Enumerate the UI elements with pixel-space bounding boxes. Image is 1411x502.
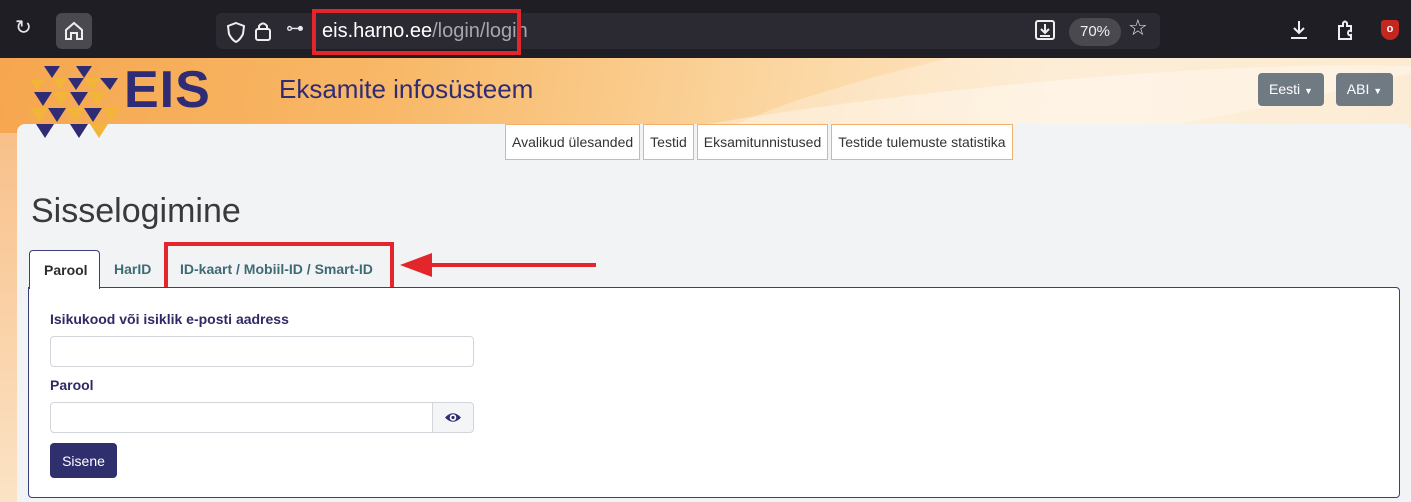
nav-item-exam-certificates[interactable]: Eksamitunnistused xyxy=(696,124,829,160)
eis-logo-icon[interactable] xyxy=(30,62,122,154)
id-field-label: Isikukood või isiklik e-posti aadress xyxy=(50,311,289,327)
home-button[interactable] xyxy=(56,13,92,49)
show-password-button[interactable] xyxy=(432,402,474,433)
nav-item-tests[interactable]: Testid xyxy=(643,124,694,160)
lock-icon[interactable] xyxy=(254,20,272,42)
zoom-level-badge[interactable]: 70% xyxy=(1069,18,1121,46)
language-button-label: Eesti xyxy=(1269,81,1301,97)
nav-item-public-tasks[interactable]: Avalikud ülesanded xyxy=(505,124,641,160)
main-navigation: Avalikud ülesanded Testid Eksamitunnistu… xyxy=(505,124,1013,160)
help-dropdown-button[interactable]: ABI ▼ xyxy=(1336,73,1393,106)
ublock-icon[interactable]: o xyxy=(1381,20,1399,40)
bookmark-star-icon[interactable]: ☆ xyxy=(1128,17,1148,39)
permissions-icon[interactable]: ⊶ xyxy=(286,19,304,37)
password-input[interactable] xyxy=(50,402,433,433)
url-annotation-box xyxy=(312,9,521,55)
reload-icon[interactable]: ↻ xyxy=(15,18,32,38)
nav-item-test-statistics[interactable]: Testide tulemuste statistika xyxy=(831,124,1013,160)
site-title: Eksamite infosüsteem xyxy=(279,74,534,104)
password-field-label: Parool xyxy=(50,377,94,393)
help-button-label: ABI xyxy=(1346,81,1370,97)
annotation-arrow xyxy=(430,263,596,267)
downloads-icon[interactable] xyxy=(1288,18,1310,42)
tab-annotation-box xyxy=(164,242,394,292)
id-or-email-input[interactable] xyxy=(50,336,474,367)
submit-button[interactable]: Sisene xyxy=(50,443,117,478)
caret-down-icon: ▼ xyxy=(1304,86,1313,96)
language-dropdown-button[interactable]: Eesti ▼ xyxy=(1258,73,1324,106)
browser-toolbar: ↻ ⊶ eis.harno.ee/login/login 70% ☆ o xyxy=(0,0,1411,58)
extensions-icon[interactable] xyxy=(1334,18,1356,42)
save-page-icon[interactable] xyxy=(1034,19,1056,41)
tab-harid[interactable]: HarID xyxy=(100,250,165,288)
eye-icon xyxy=(445,413,461,422)
logo-text[interactable]: EIS xyxy=(124,64,211,116)
tab-password[interactable]: Parool xyxy=(29,250,100,289)
site-header xyxy=(0,58,1411,133)
home-icon xyxy=(65,21,83,40)
annotation-arrow-head xyxy=(400,253,432,277)
caret-down-icon: ▼ xyxy=(1373,86,1383,96)
shield-icon[interactable] xyxy=(226,21,246,43)
page-title: Sisselogimine xyxy=(31,192,241,230)
